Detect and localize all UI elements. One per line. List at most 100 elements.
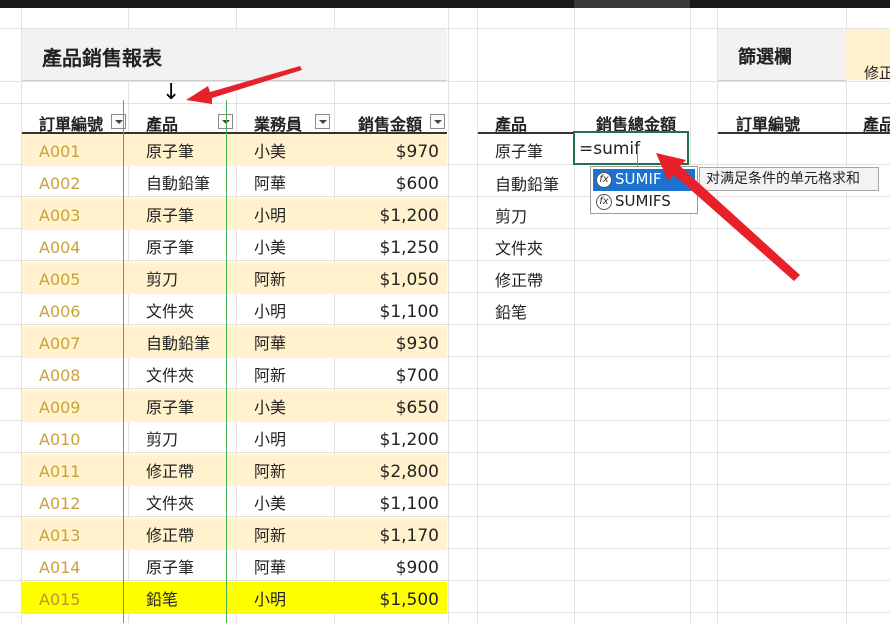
table-row[interactable]: A002 自動鉛筆 阿華 $600 xyxy=(22,166,447,198)
amount-cell[interactable]: $1,170 xyxy=(380,518,439,550)
product-cell[interactable]: 剪刀 xyxy=(146,262,178,294)
table-row[interactable]: A006 文件夾 小明 $1,100 xyxy=(22,294,447,326)
sales-rep-cell[interactable]: 小美 xyxy=(254,134,286,166)
table-row[interactable]: A008 文件夾 阿新 $700 xyxy=(22,358,447,390)
filter-title-cell[interactable]: 篩選欄 xyxy=(718,29,846,81)
table-row-highlighted[interactable]: A015 鉛笔 小明 $1,500 xyxy=(22,582,447,614)
amount-cell[interactable]: $1,100 xyxy=(380,486,439,518)
autocomplete-item-sumif[interactable]: fx SUMIF xyxy=(593,169,695,191)
autocomplete-item-sumifs[interactable]: fx SUMIFS xyxy=(593,191,695,213)
order-id-cell[interactable]: A012 xyxy=(39,486,80,518)
amount-cell[interactable]: $970 xyxy=(396,134,439,166)
order-id-cell[interactable]: A011 xyxy=(39,454,80,486)
product-cell[interactable]: 原子筆 xyxy=(146,198,194,230)
order-id-cell[interactable]: A003 xyxy=(39,198,80,230)
report-title-cell[interactable]: 產品銷售報表 xyxy=(22,29,447,81)
amount-cell[interactable]: $650 xyxy=(396,390,439,422)
order-id-cell[interactable]: A007 xyxy=(39,326,80,358)
column-header-strip xyxy=(0,0,890,8)
table-row[interactable]: A014 原子筆 阿華 $900 xyxy=(22,550,447,582)
table-row[interactable]: A007 自動鉛筆 阿華 $930 xyxy=(22,326,447,358)
order-id-cell[interactable]: A008 xyxy=(39,358,80,390)
sales-rep-cell[interactable]: 阿華 xyxy=(254,550,286,582)
product-cell[interactable]: 原子筆 xyxy=(146,550,194,582)
product-cell[interactable]: 修正帶 xyxy=(146,518,194,550)
order-id-cell[interactable]: A005 xyxy=(39,262,80,294)
order-id-cell[interactable]: A009 xyxy=(39,390,80,422)
product-cell[interactable]: 文件夾 xyxy=(146,486,194,518)
header-order-id: 訂單編號 xyxy=(39,115,104,134)
summary-product-cell[interactable]: 自動鉛筆 xyxy=(495,171,559,195)
sales-rep-cell[interactable]: 阿華 xyxy=(254,326,286,358)
amount-cell[interactable]: $900 xyxy=(396,550,439,582)
amount-cell[interactable]: $1,200 xyxy=(380,422,439,454)
product-cell[interactable]: 原子筆 xyxy=(146,390,194,422)
amount-cell[interactable]: $2,800 xyxy=(380,454,439,486)
table-row[interactable]: A010 剪刀 小明 $1,200 xyxy=(22,422,447,454)
product-cell[interactable]: 文件夾 xyxy=(146,294,194,326)
filter-table-header-row: 訂單編號 產品 xyxy=(718,104,890,134)
gridline xyxy=(0,81,890,82)
sales-rep-cell[interactable]: 小明 xyxy=(254,294,286,326)
order-id-cell[interactable]: A002 xyxy=(39,166,80,198)
table-row[interactable]: A011 修正帶 阿新 $2,800 xyxy=(22,454,447,486)
formula-edit-cell[interactable]: =sumif xyxy=(573,131,689,165)
product-cell[interactable]: 原子筆 xyxy=(146,230,194,262)
product-cell[interactable]: 修正帶 xyxy=(146,454,194,486)
filter-dropdown-order-id[interactable] xyxy=(111,114,126,129)
active-column-header xyxy=(574,0,690,8)
product-cell[interactable]: 文件夾 xyxy=(146,358,194,390)
sales-rep-cell[interactable]: 阿新 xyxy=(254,358,286,390)
order-id-cell[interactable]: A010 xyxy=(39,422,80,454)
amount-cell[interactable]: $1,500 xyxy=(380,582,439,614)
order-id-cell[interactable]: A015 xyxy=(39,582,80,614)
amount-cell[interactable]: $1,250 xyxy=(380,230,439,262)
order-id-cell[interactable]: A004 xyxy=(39,230,80,262)
order-id-cell[interactable]: A014 xyxy=(39,550,80,582)
table-row[interactable]: A013 修正帶 阿新 $1,170 xyxy=(22,518,447,550)
table-header-row: 訂單編號 產品 業務員 銷售金額 xyxy=(22,104,447,134)
filter-dropdown-sales-rep[interactable] xyxy=(315,114,330,129)
sales-rep-cell[interactable]: 阿華 xyxy=(254,166,286,198)
sales-rep-cell[interactable]: 小明 xyxy=(254,422,286,454)
table-row[interactable]: A012 文件夾 小美 $1,100 xyxy=(22,486,447,518)
product-cell[interactable]: 剪刀 xyxy=(146,422,178,454)
order-id-cell[interactable]: A001 xyxy=(39,134,80,166)
summary-product-cell[interactable]: 原子筆 xyxy=(495,138,543,162)
filter-value-cell[interactable]: 修正 xyxy=(846,29,890,82)
amount-cell[interactable]: $930 xyxy=(396,326,439,358)
sales-rep-cell[interactable]: 小美 xyxy=(254,390,286,422)
sales-rep-cell[interactable]: 小美 xyxy=(254,486,286,518)
sales-rep-cell[interactable]: 阿新 xyxy=(254,454,286,486)
summary-product-cell[interactable]: 修正帶 xyxy=(495,267,543,291)
summary-product-cell[interactable]: 剪刀 xyxy=(495,203,527,227)
table-row[interactable]: A003 原子筆 小明 $1,200 xyxy=(22,198,447,230)
sales-rep-cell[interactable]: 阿新 xyxy=(254,518,286,550)
summary-product-cell[interactable]: 文件夾 xyxy=(495,235,543,259)
order-id-cell[interactable]: A006 xyxy=(39,294,80,326)
sales-rep-cell[interactable]: 小美 xyxy=(254,230,286,262)
table-row[interactable]: A009 原子筆 小美 $650 xyxy=(22,390,447,422)
summary-product-cell[interactable]: 鉛笔 xyxy=(495,299,527,323)
amount-cell[interactable]: $1,100 xyxy=(380,294,439,326)
table-row[interactable]: A005 剪刀 阿新 $1,050 xyxy=(22,262,447,294)
amount-cell[interactable]: $1,200 xyxy=(380,198,439,230)
product-cell[interactable]: 自動鉛筆 xyxy=(146,326,210,358)
product-cell[interactable]: 鉛笔 xyxy=(146,582,178,614)
order-id-cell[interactable]: A013 xyxy=(39,518,80,550)
product-cell[interactable]: 原子筆 xyxy=(146,134,194,166)
fx-function-icon: fx xyxy=(596,194,612,210)
amount-cell[interactable]: $700 xyxy=(396,358,439,390)
table-row[interactable]: A001 原子筆 小美 $970 xyxy=(22,134,447,166)
filter-dropdown-product[interactable] xyxy=(218,114,233,129)
amount-cell[interactable]: $1,050 xyxy=(380,262,439,294)
gridline xyxy=(717,8,718,623)
amount-cell[interactable]: $600 xyxy=(396,166,439,198)
sales-rep-cell[interactable]: 小明 xyxy=(254,198,286,230)
table-row[interactable]: A004 原子筆 小美 $1,250 xyxy=(22,230,447,262)
function-tooltip: 对满足条件的单元格求和 xyxy=(699,167,879,191)
sales-rep-cell[interactable]: 阿新 xyxy=(254,262,286,294)
filter-dropdown-amount[interactable] xyxy=(430,114,445,129)
sales-rep-cell[interactable]: 小明 xyxy=(254,582,286,614)
product-cell[interactable]: 自動鉛筆 xyxy=(146,166,210,198)
